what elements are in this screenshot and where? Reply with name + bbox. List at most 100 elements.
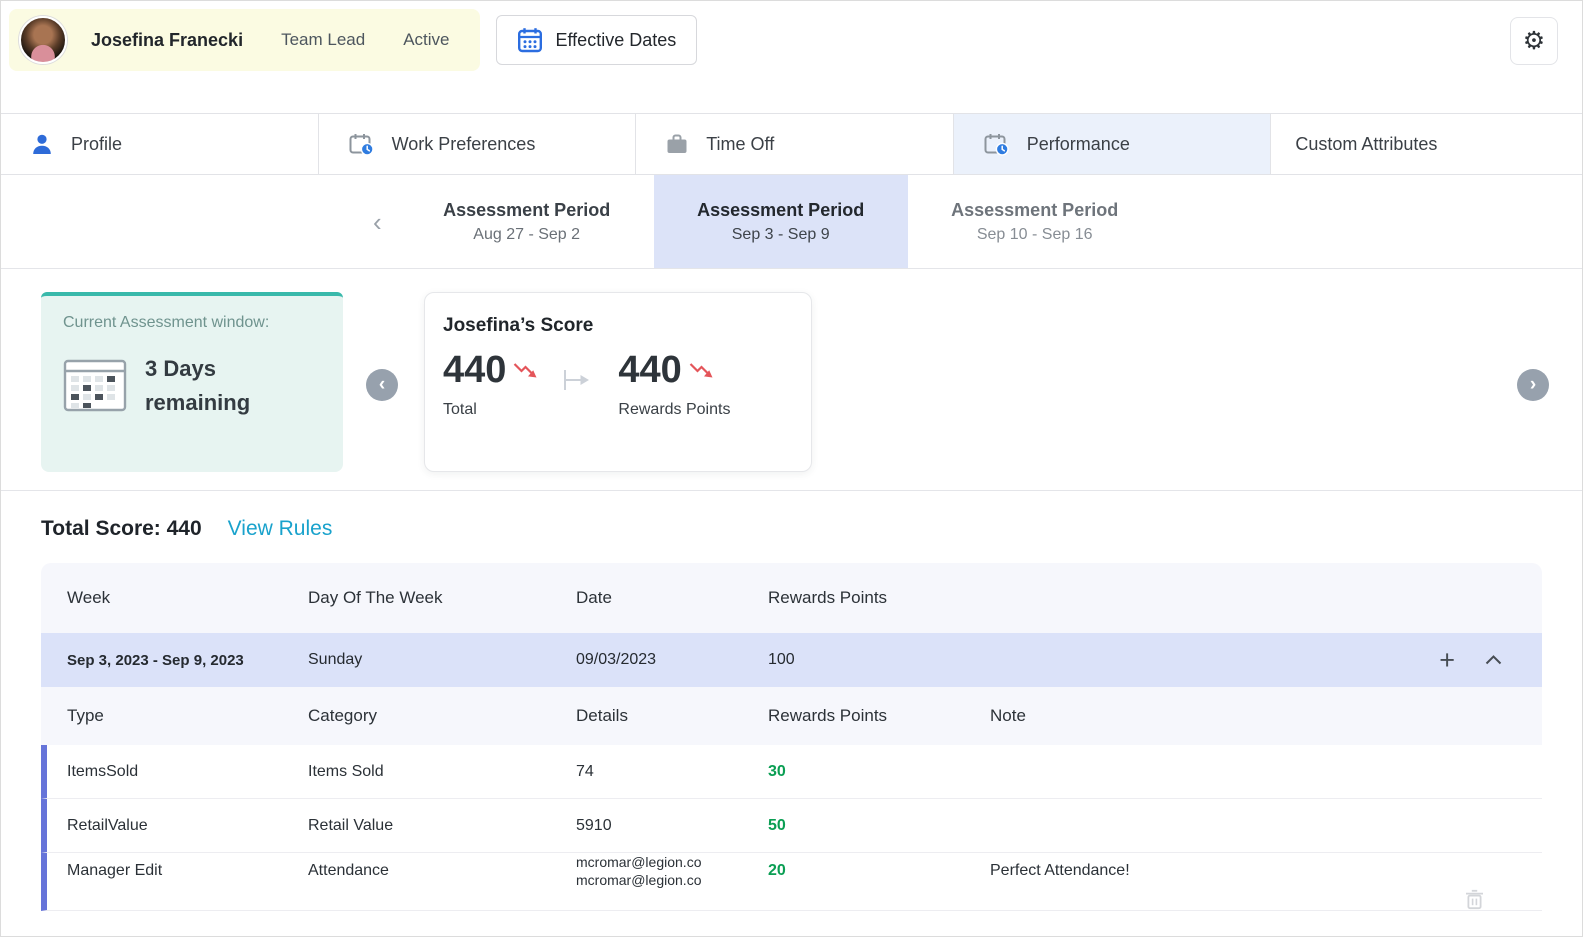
row-details: 5910 <box>576 816 612 834</box>
tab-custom-attributes[interactable]: Custom Attributes <box>1271 114 1582 174</box>
col-header-details: Details <box>576 706 628 725</box>
col-header-date: Date <box>576 588 612 607</box>
rewards-score-value: 440 <box>618 349 682 391</box>
calendar-clock-icon <box>349 133 374 156</box>
trend-down-icon <box>689 361 716 385</box>
add-entry-button[interactable]: + <box>1439 644 1455 675</box>
chevron-right-icon: › <box>1529 373 1537 395</box>
row-category: Attendance <box>308 862 389 880</box>
calendar-clock-icon <box>984 133 1009 156</box>
row-note: Perfect Attendance! <box>990 862 1130 880</box>
avatar <box>19 16 67 64</box>
chevron-left-icon: ‹ <box>373 206 382 237</box>
col-header-category: Category <box>308 706 377 725</box>
calendar-icon <box>517 27 543 53</box>
row-details: 74 <box>576 762 594 780</box>
row-type: Manager Edit <box>67 862 163 880</box>
rewards-score-label: Rewards Points <box>618 401 731 418</box>
score-band: Current Assessment window: 3 Days remain… <box>1 269 1582 491</box>
table-row: ItemsSold Items Sold 74 30 <box>41 745 1542 799</box>
row-category: Items Sold <box>308 762 384 780</box>
chevron-up-icon <box>1485 655 1502 665</box>
period-range: Sep 10 - Sep 16 <box>976 225 1093 243</box>
row-points: 30 <box>768 762 786 780</box>
col-header-type: Type <box>67 706 104 725</box>
table-header-row: Week Day Of The Week Date Rewards Points <box>41 563 1542 633</box>
assessment-window-card: Current Assessment window: 3 Days remain… <box>41 292 343 472</box>
total-score-block: 440 Total <box>443 351 540 419</box>
total-score-text: Total Score: 440 <box>41 517 202 540</box>
tab-label: Custom Attributes <box>1295 133 1438 154</box>
table-row: RetailValue Retail Value 5910 50 <box>41 799 1542 853</box>
week-range: Sep 3, 2023 - Sep 9, 2023 <box>67 651 244 669</box>
score-carousel-next-button[interactable]: › <box>1517 369 1549 401</box>
page: Josefina Franecki Team Lead Active Effec… <box>0 0 1583 937</box>
tab-bar: Profile Work Preferences Time Off Perfor… <box>1 113 1582 175</box>
rewards-table: Week Day Of The Week Date Rewards Points… <box>41 563 1542 911</box>
delete-entry-button[interactable] <box>1465 889 1484 910</box>
tab-label: Work Preferences <box>391 133 536 154</box>
table-row: Manager Edit Attendance mcromar@legion.c… <box>41 853 1542 911</box>
view-rules-link[interactable]: View Rules <box>228 517 333 541</box>
calendar-grid-icon <box>63 354 127 420</box>
period-title: Assessment Period <box>443 199 611 220</box>
score-card-title: Josefina’s Score <box>443 315 594 336</box>
tab-label: Performance <box>1026 133 1130 154</box>
assessment-period-sep10[interactable]: Assessment Period Sep 10 - Sep 16 <box>908 175 1162 268</box>
row-type: ItemsSold <box>67 762 139 780</box>
col-header-note: Note <box>990 706 1026 725</box>
week-points: 100 <box>768 651 795 668</box>
maps-to-arrow-icon <box>562 367 590 398</box>
assessment-window-label: Current Assessment window: <box>63 314 270 331</box>
col-header-rewards: Rewards Points <box>768 706 888 725</box>
total-score-value: 440 <box>443 349 507 391</box>
period-title: Assessment Period <box>697 199 865 220</box>
row-points: 50 <box>768 816 786 834</box>
total-score-label: Total <box>443 401 477 418</box>
tab-profile[interactable]: Profile <box>1 114 319 174</box>
periods-prev-button[interactable]: ‹ <box>369 205 386 239</box>
assessment-period-sep3[interactable]: Assessment Period Sep 3 - Sep 9 <box>653 175 908 268</box>
tab-time-off[interactable]: Time Off <box>636 114 954 174</box>
row-type: RetailValue <box>67 816 148 834</box>
week-day: Sunday <box>308 651 363 668</box>
person-icon <box>31 133 53 155</box>
employee-card: Josefina Franecki Team Lead Active <box>9 9 480 71</box>
top-bar: Josefina Franecki Team Lead Active Effec… <box>1 1 1582 113</box>
briefcase-icon <box>666 134 688 155</box>
trash-icon <box>1465 889 1484 910</box>
period-range: Aug 27 - Sep 2 <box>473 225 581 243</box>
employee-name: Josefina Franecki <box>91 29 244 50</box>
col-header-day: Day Of The Week <box>308 588 443 607</box>
days-remaining: 3 Days remaining <box>145 356 251 416</box>
chevron-left-icon: ‹ <box>378 373 386 395</box>
assessment-period-bar: ‹ Assessment Period Aug 27 - Sep 2 Asses… <box>1 175 1582 269</box>
score-card: Josefina’s Score 440 Total 440 Rewards P… <box>424 292 812 472</box>
col-header-points: Rewards Points <box>768 588 888 607</box>
settings-button[interactable]: ⚙ <box>1510 17 1558 65</box>
col-header-week: Week <box>67 588 111 607</box>
score-carousel-prev-button[interactable]: ‹ <box>366 369 398 401</box>
score-summary: Total Score: 440 View Rules <box>41 517 1542 541</box>
tab-work-preferences[interactable]: Work Preferences <box>318 114 637 174</box>
period-range: Sep 3 - Sep 9 <box>731 225 830 243</box>
row-details: mcromar@legion.co mcromar@legion.co <box>576 854 702 889</box>
rewards-score-block: 440 Rewards Points <box>618 351 730 419</box>
employee-role: Team Lead <box>281 30 366 49</box>
effective-dates-button[interactable]: Effective Dates <box>495 15 698 65</box>
gear-icon: ⚙ <box>1522 26 1546 55</box>
effective-dates-label: Effective Dates <box>555 29 677 50</box>
week-date: 09/03/2023 <box>576 651 657 668</box>
plus-icon: + <box>1439 644 1455 675</box>
assessment-period-aug27[interactable]: Assessment Period Aug 27 - Sep 2 <box>400 175 654 268</box>
employee-status: Active <box>403 30 450 49</box>
trend-down-icon <box>513 361 540 385</box>
detail-header-row: Type Category Details Rewards Points Not… <box>41 687 1542 745</box>
week-summary-row[interactable]: Sep 3, 2023 - Sep 9, 2023 Sunday 09/03/2… <box>41 633 1542 687</box>
collapse-row-button[interactable] <box>1485 655 1502 665</box>
row-category: Retail Value <box>308 816 394 834</box>
row-points: 20 <box>768 862 786 880</box>
tab-performance[interactable]: Performance <box>953 114 1272 174</box>
tab-label: Profile <box>71 133 123 154</box>
tab-label: Time Off <box>706 133 775 154</box>
